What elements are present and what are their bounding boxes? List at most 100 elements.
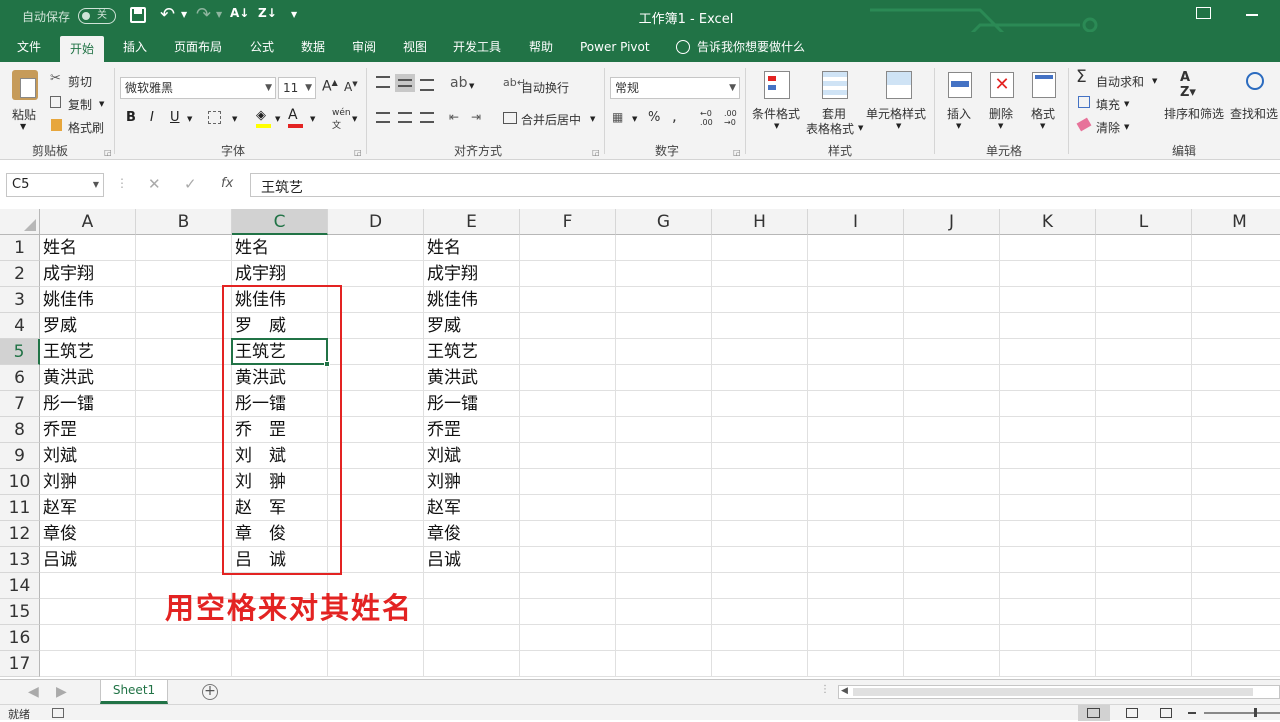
cell-j14[interactable] xyxy=(904,573,1000,599)
cell-l4[interactable] xyxy=(1096,313,1192,339)
column-header[interactable]: E xyxy=(424,209,520,235)
cell-m9[interactable] xyxy=(1192,443,1280,469)
cell-m4[interactable] xyxy=(1192,313,1280,339)
cell-a7[interactable]: 彤一镭 xyxy=(40,391,136,417)
cell-l16[interactable] xyxy=(1096,625,1192,651)
cell-a16[interactable] xyxy=(40,625,136,651)
enter-icon[interactable]: ✓ xyxy=(184,175,197,193)
fill-dropdown-icon[interactable]: ▼ xyxy=(1124,100,1129,108)
cell-g17[interactable] xyxy=(616,651,712,677)
italic-button[interactable]: I xyxy=(150,110,154,125)
row-header[interactable]: 9 xyxy=(0,443,40,469)
cell-j11[interactable] xyxy=(904,495,1000,521)
cell-m7[interactable] xyxy=(1192,391,1280,417)
cell-h6[interactable] xyxy=(712,365,808,391)
row-header[interactable]: 6 xyxy=(0,365,40,391)
cell-i15[interactable] xyxy=(808,599,904,625)
borders-dropdown-icon[interactable]: ▼ xyxy=(232,115,237,123)
tab-page-layout[interactable]: 页面布局 xyxy=(174,32,222,62)
cell-d9[interactable] xyxy=(328,443,424,469)
cell-f1[interactable] xyxy=(520,235,616,261)
cell-k6[interactable] xyxy=(1000,365,1096,391)
cell-d11[interactable] xyxy=(328,495,424,521)
cell-j2[interactable] xyxy=(904,261,1000,287)
cell-e16[interactable] xyxy=(424,625,520,651)
cell-e4[interactable]: 罗威 xyxy=(424,313,520,339)
cell-l3[interactable] xyxy=(1096,287,1192,313)
page-break-view-icon[interactable] xyxy=(1160,708,1172,718)
cell-f14[interactable] xyxy=(520,573,616,599)
cell-d10[interactable] xyxy=(328,469,424,495)
cell-d16[interactable] xyxy=(328,625,424,651)
number-launcher-icon[interactable]: ◲ xyxy=(733,148,741,157)
decrease-font-icon[interactable]: A▼ xyxy=(344,80,358,94)
column-header[interactable]: G xyxy=(616,209,712,235)
cell-i17[interactable] xyxy=(808,651,904,677)
underline-button[interactable]: U xyxy=(170,110,180,125)
cell-g13[interactable] xyxy=(616,547,712,573)
cell-d12[interactable] xyxy=(328,521,424,547)
cell-i16[interactable] xyxy=(808,625,904,651)
cell-h9[interactable] xyxy=(712,443,808,469)
cell-j7[interactable] xyxy=(904,391,1000,417)
cell-styles-button[interactable]: 单元格样式 ▼ xyxy=(866,68,930,138)
cell-j10[interactable] xyxy=(904,469,1000,495)
clear-dropdown-icon[interactable]: ▼ xyxy=(1124,123,1129,131)
cell-a4[interactable]: 罗威 xyxy=(40,313,136,339)
cell-i14[interactable] xyxy=(808,573,904,599)
percent-icon[interactable]: % xyxy=(648,110,660,125)
fill-button[interactable]: 填充 xyxy=(1096,96,1120,113)
cell-l13[interactable] xyxy=(1096,547,1192,573)
font-size-select[interactable]: 11 ▼ xyxy=(278,77,316,99)
cancel-icon[interactable]: ✕ xyxy=(148,175,161,193)
cell-j12[interactable] xyxy=(904,521,1000,547)
cell-j5[interactable] xyxy=(904,339,1000,365)
delete-cells-button[interactable]: ✕ 删除 ▼ xyxy=(982,68,1022,138)
cell-h4[interactable] xyxy=(712,313,808,339)
zoom-slider-thumb[interactable] xyxy=(1254,708,1257,717)
tab-insert[interactable]: 插入 xyxy=(123,32,147,62)
insert-function-icon[interactable]: fx xyxy=(221,176,233,191)
cell-g2[interactable] xyxy=(616,261,712,287)
tab-file[interactable]: 文件 xyxy=(17,32,41,62)
merge-dropdown-icon[interactable]: ▼ xyxy=(590,115,595,123)
row-header[interactable]: 16 xyxy=(0,625,40,651)
row-header[interactable]: 13 xyxy=(0,547,40,573)
lightbulb-icon[interactable] xyxy=(676,40,690,54)
font-color-icon[interactable]: A xyxy=(288,107,303,128)
autosum-button[interactable]: 自动求和 xyxy=(1096,73,1144,90)
cell-l17[interactable] xyxy=(1096,651,1192,677)
cell-h7[interactable] xyxy=(712,391,808,417)
column-header[interactable]: A xyxy=(40,209,136,235)
cell-m16[interactable] xyxy=(1192,625,1280,651)
column-header[interactable]: K xyxy=(1000,209,1096,235)
align-right-icon[interactable] xyxy=(420,112,434,123)
normal-view-icon[interactable] xyxy=(1078,705,1110,721)
cell-k16[interactable] xyxy=(1000,625,1096,651)
cell-a10[interactable]: 刘翀 xyxy=(40,469,136,495)
cell-h13[interactable] xyxy=(712,547,808,573)
cell-k9[interactable] xyxy=(1000,443,1096,469)
row-header[interactable]: 11 xyxy=(0,495,40,521)
fill-color-dropdown-icon[interactable]: ▼ xyxy=(275,115,280,123)
formula-input[interactable]: 王筑艺 xyxy=(250,173,1280,197)
tab-data[interactable]: 数据 xyxy=(301,32,325,62)
clipboard-launcher-icon[interactable]: ◲ xyxy=(104,148,112,157)
row-header[interactable]: 5 xyxy=(0,339,40,365)
cell-a9[interactable]: 刘斌 xyxy=(40,443,136,469)
cell-k2[interactable] xyxy=(1000,261,1096,287)
cell-l1[interactable] xyxy=(1096,235,1192,261)
increase-decimal-icon[interactable]: ←0.00 xyxy=(700,109,713,127)
currency-dropdown-icon[interactable]: ▼ xyxy=(632,115,637,123)
cell-i3[interactable] xyxy=(808,287,904,313)
cell-b9[interactable] xyxy=(136,443,232,469)
cell-l12[interactable] xyxy=(1096,521,1192,547)
paste-dropdown-icon[interactable]: ▼ xyxy=(20,122,26,131)
cell-m3[interactable] xyxy=(1192,287,1280,313)
cell-f3[interactable] xyxy=(520,287,616,313)
row-header[interactable]: 15 xyxy=(0,599,40,625)
cell-f10[interactable] xyxy=(520,469,616,495)
cell-k7[interactable] xyxy=(1000,391,1096,417)
cell-f13[interactable] xyxy=(520,547,616,573)
cell-d3[interactable] xyxy=(328,287,424,313)
